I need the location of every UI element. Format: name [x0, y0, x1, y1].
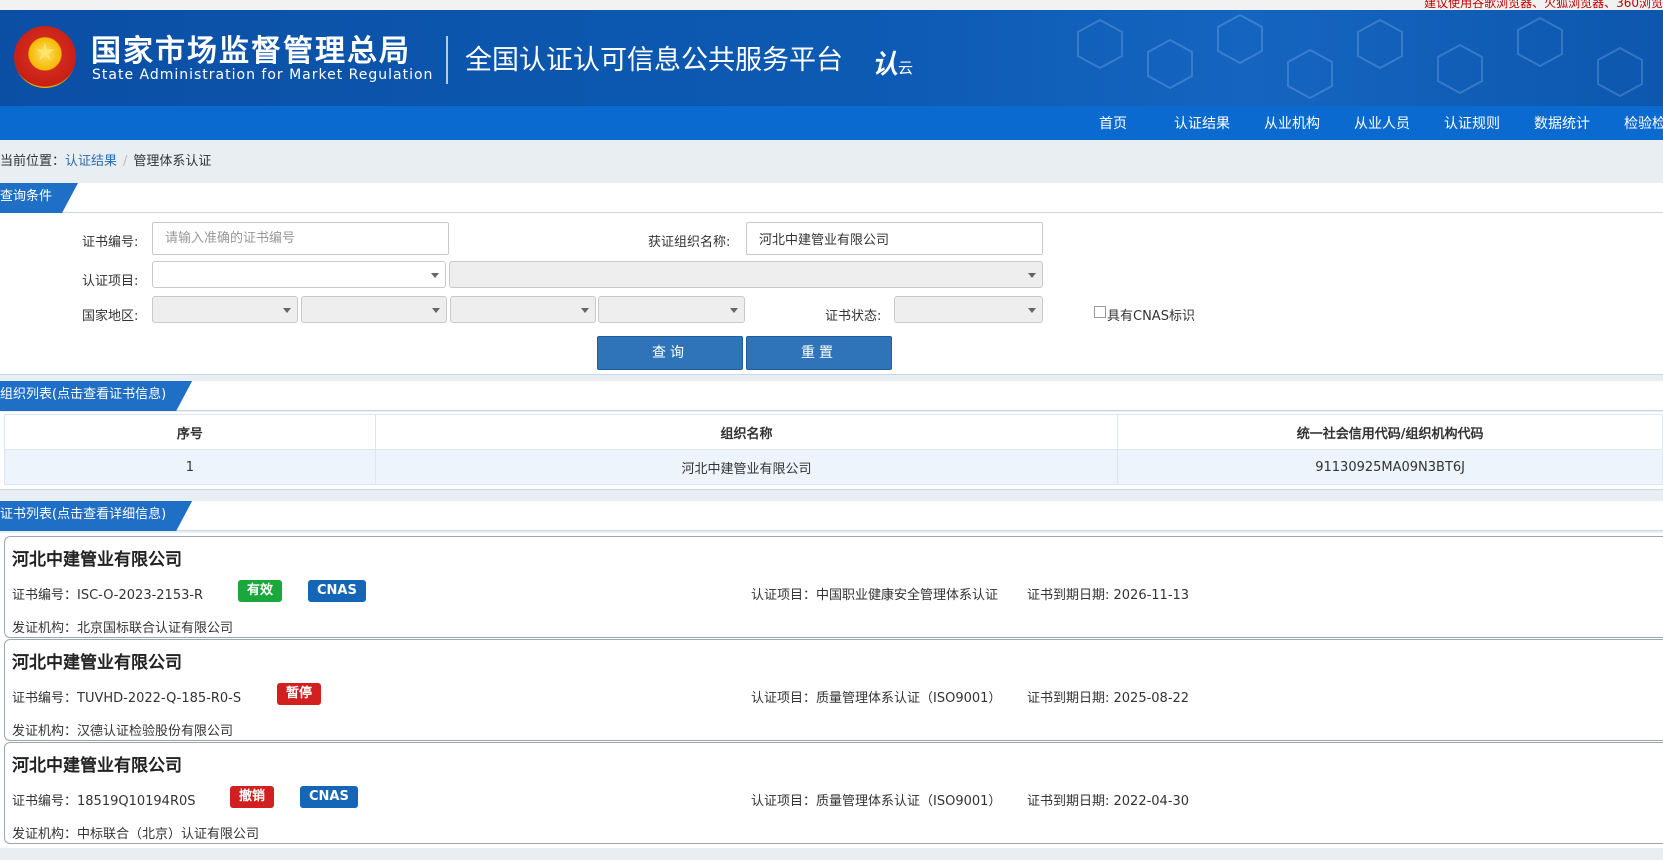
- column-header-org-name: 组织名称: [374, 414, 1119, 450]
- site-header: ★ 国家市场监督管理总局 State Administration for Ma…: [0, 10, 1663, 106]
- org-list-panel: 序号 组织名称 统一社会信用代码/组织机构代码 1 河北中建管业有限公司 911…: [0, 412, 1663, 490]
- cert-list-section-header: 证书列表(点击查看详细信息): [0, 501, 1663, 531]
- breadcrumb-prefix: 当前位置：: [0, 154, 66, 169]
- nav-item-inspection[interactable]: 检验检测: [1624, 113, 1663, 133]
- column-header-credit-code: 统一社会信用代码/组织机构代码: [1117, 414, 1663, 450]
- nav-item-statistics[interactable]: 数据统计: [1534, 113, 1590, 133]
- platform-title: 全国认证认可信息公共服务平台: [465, 45, 843, 76]
- org-name-en: State Administration for Market Regulati…: [92, 67, 434, 83]
- cert-company-name[interactable]: 河北中建管业有限公司: [12, 751, 182, 776]
- cert-project: 认证项目：中国职业健康安全管理体系认证: [751, 588, 999, 603]
- column-header-index: 序号: [4, 414, 376, 450]
- chevron-down-icon: [283, 308, 291, 313]
- cert-list-section-tab: 证书列表(点击查看详细信息): [0, 501, 192, 531]
- brand-divider: [446, 36, 448, 84]
- table-row[interactable]: 1 河北中建管业有限公司 91130925MA09N3BT6J: [4, 449, 1663, 485]
- status-badge-valid: 有效: [238, 580, 283, 602]
- cert-list: 河北中建管业有限公司 证书编号：ISC-O-2023-2153-R 有效 CNA…: [0, 533, 1663, 848]
- top-notice-bar: 建议使用谷歌浏览器、火狐浏览器、360浏览: [0, 0, 1663, 10]
- chevron-down-icon: [1028, 273, 1036, 278]
- cell-credit-code: 91130925MA09N3BT6J: [1117, 449, 1663, 485]
- chevron-down-icon: [1028, 308, 1036, 313]
- chevron-down-icon: [581, 308, 589, 313]
- nav-item-personnel[interactable]: 从业人员: [1354, 113, 1410, 133]
- org-name-cn: 国家市场监督管理总局: [91, 34, 411, 69]
- cert-cloud-logo: 认云: [872, 44, 913, 81]
- org-table: 序号 组织名称 统一社会信用代码/组织机构代码 1 河北中建管业有限公司 911…: [4, 414, 1663, 485]
- cell-org-name[interactable]: 河北中建管业有限公司: [374, 449, 1119, 485]
- status-badge-suspended: 暂停: [277, 683, 322, 705]
- cert-issuer: 发证机构：北京国标联合认证有限公司: [12, 621, 234, 636]
- nav-item-home[interactable]: 首页: [1099, 113, 1127, 133]
- cnas-checkbox-label: 具有CNAS标识: [1107, 309, 1195, 324]
- breadcrumb-current: 管理体系认证: [133, 154, 212, 169]
- cert-project-label: 认证项目:: [82, 274, 139, 289]
- chevron-down-icon: [730, 308, 738, 313]
- region-country-select[interactable]: [152, 296, 298, 323]
- cnas-checkbox[interactable]: [1094, 306, 1106, 318]
- query-section-header: 查询条件: [0, 183, 1663, 213]
- region-label: 国家地区:: [82, 309, 139, 324]
- hexagon-pattern-decoration: [1077, 13, 1643, 100]
- region-city-select[interactable]: [450, 296, 596, 323]
- search-button[interactable]: 查询: [597, 336, 743, 370]
- cert-expiry: 证书到期日期: 2025-08-22: [1027, 691, 1190, 706]
- cert-card[interactable]: 河北中建管业有限公司 证书编号：TUVHD-2022-Q-185-R0-S 暂停…: [4, 639, 1663, 741]
- nav-item-cert-rules[interactable]: 认证规则: [1444, 113, 1500, 133]
- region-district-select[interactable]: [598, 296, 745, 323]
- cert-subproject-select[interactable]: [449, 261, 1043, 288]
- org-list-section-header: 组织列表(点击查看证书信息): [0, 381, 1663, 411]
- cert-project: 认证项目：质量管理体系认证（ISO9001）: [751, 794, 1002, 809]
- cloud-logo-sub: 云: [898, 59, 914, 77]
- cert-card[interactable]: 河北中建管业有限公司 证书编号：ISC-O-2023-2153-R 有效 CNA…: [4, 536, 1663, 638]
- cert-company-name[interactable]: 河北中建管业有限公司: [12, 648, 182, 673]
- nav-item-institutions[interactable]: 从业机构: [1264, 113, 1320, 133]
- cert-number: 证书编号：18519Q10194R0S: [12, 794, 196, 809]
- breadcrumb-link-cert-results[interactable]: 认证结果: [65, 154, 117, 169]
- national-emblem-icon: ★: [14, 26, 76, 88]
- cert-number: 证书编号：ISC-O-2023-2153-R: [12, 588, 204, 603]
- cnas-badge: CNAS: [300, 786, 358, 808]
- cert-status-label: 证书状态:: [825, 309, 882, 324]
- org-table-header-row: 序号 组织名称 统一社会信用代码/组织机构代码: [4, 414, 1663, 450]
- region-province-select[interactable]: [301, 296, 447, 323]
- cert-no-label: 证书编号:: [82, 235, 139, 250]
- main-nav: 首页 认证结果 从业机构 从业人员 认证规则 数据统计 检验检测: [0, 106, 1663, 140]
- cell-index: 1: [4, 449, 376, 485]
- chevron-down-icon: [432, 308, 440, 313]
- cert-project: 认证项目：质量管理体系认证（ISO9001）: [751, 691, 1002, 706]
- breadcrumb: 当前位置：认证结果 / 管理体系认证: [0, 150, 211, 170]
- org-name-input[interactable]: [746, 222, 1043, 255]
- org-list-section-tab: 组织列表(点击查看证书信息): [0, 381, 192, 411]
- query-section-tab: 查询条件: [0, 183, 78, 213]
- status-badge-revoked: 撤销: [230, 786, 275, 808]
- cert-number: 证书编号：TUVHD-2022-Q-185-R0-S: [12, 691, 242, 706]
- org-name-label: 获证组织名称:: [648, 235, 731, 250]
- cert-company-name[interactable]: 河北中建管业有限公司: [12, 545, 182, 570]
- cert-expiry: 证书到期日期: 2026-11-13: [1027, 588, 1190, 603]
- chevron-down-icon: [431, 273, 439, 278]
- cert-project-select[interactable]: [152, 261, 446, 288]
- reset-button[interactable]: 重置: [746, 336, 892, 370]
- cert-issuer: 发证机构：中标联合（北京）认证有限公司: [12, 827, 260, 842]
- cloud-logo-mark: 认: [872, 50, 899, 80]
- nav-item-cert-results[interactable]: 认证结果: [1174, 113, 1230, 133]
- cert-expiry: 证书到期日期: 2022-04-30: [1027, 794, 1190, 809]
- cert-issuer: 发证机构：汉德认证检验股份有限公司: [12, 724, 234, 739]
- cert-no-input[interactable]: [152, 222, 449, 255]
- cert-card[interactable]: 河北中建管业有限公司 证书编号：18519Q10194R0S 撤销 CNAS 认…: [4, 742, 1663, 844]
- cnas-badge: CNAS: [308, 580, 366, 602]
- breadcrumb-separator: /: [123, 154, 128, 169]
- cert-status-select[interactable]: [894, 296, 1043, 323]
